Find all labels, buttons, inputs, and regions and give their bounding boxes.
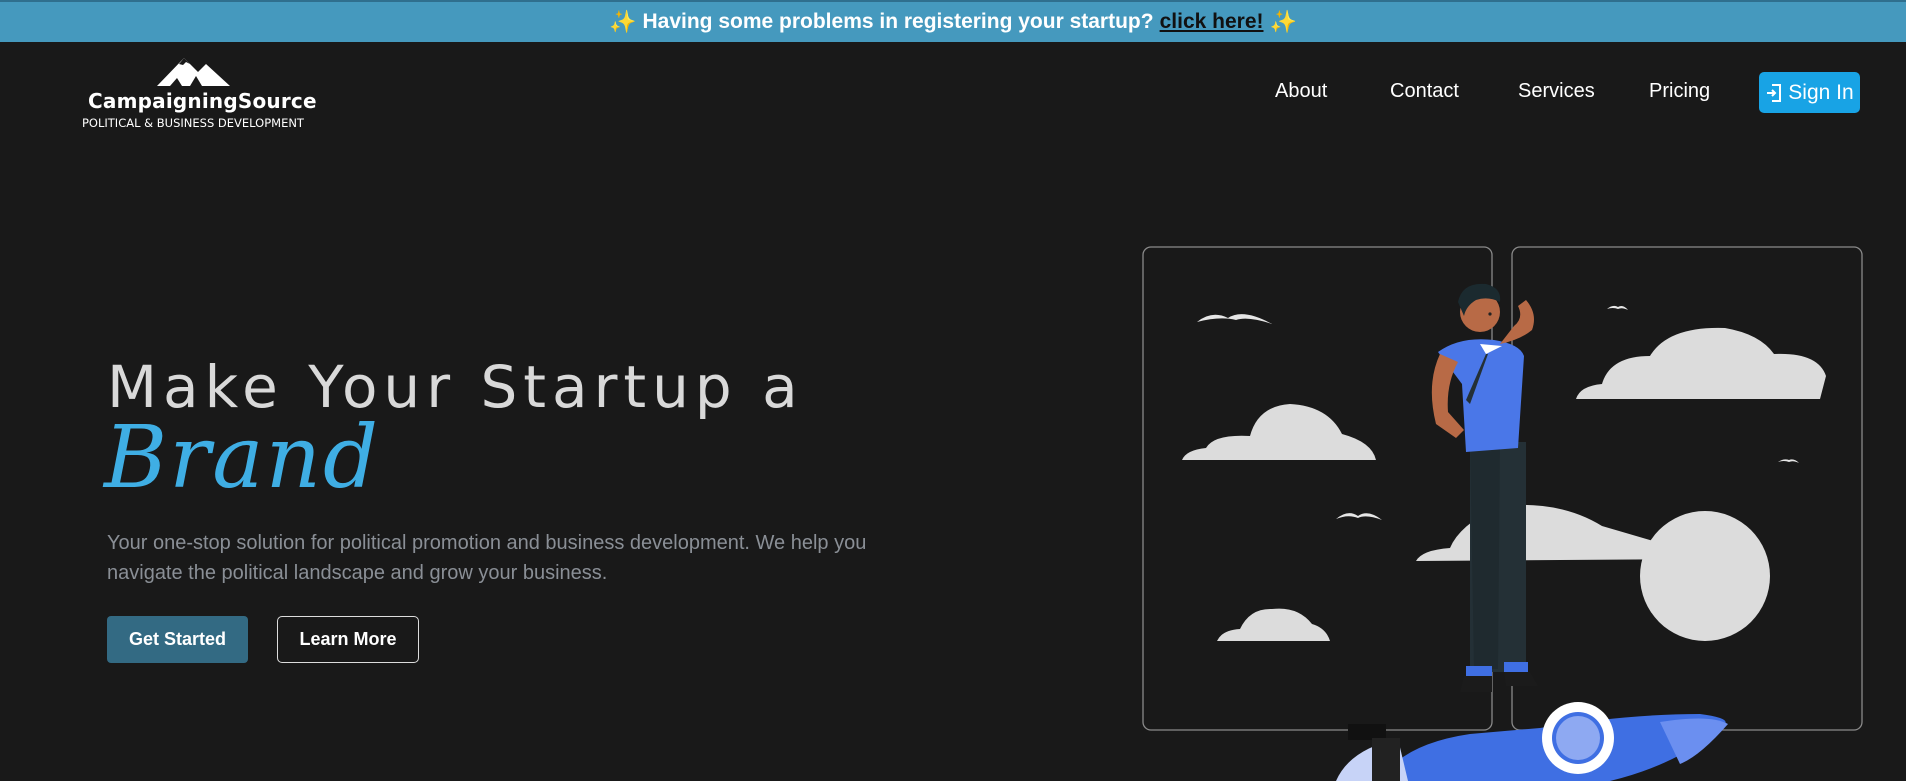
nav-about[interactable]: About <box>1275 80 1327 103</box>
hero-script-word: Brand <box>104 408 381 508</box>
nav-contact[interactable]: Contact <box>1390 80 1459 103</box>
sparkle-icon: ✨ <box>1269 9 1297 34</box>
brand-name: CampaigningSource <box>88 89 317 113</box>
sign-in-label: Sign In <box>1788 80 1854 104</box>
logo[interactable]: CampaigningSource POLITICAL & BUSINESS D… <box>82 56 317 132</box>
sign-in-icon <box>1765 83 1783 103</box>
nav-pricing[interactable]: Pricing <box>1649 80 1710 103</box>
nav-services[interactable]: Services <box>1518 80 1595 103</box>
brand-tagline: POLITICAL & BUSINESS DEVELOPMENT <box>82 116 304 130</box>
get-started-button[interactable]: Get Started <box>107 616 248 663</box>
banner-link[interactable]: click here! <box>1160 10 1264 34</box>
announcement-banner: ✨ Having some problems in registering yo… <box>0 0 1906 42</box>
banner-text: Having some problems in registering your… <box>642 10 1154 33</box>
learn-more-button[interactable]: Learn More <box>277 616 419 663</box>
hero-description: Your one-stop solution for political pro… <box>107 532 867 584</box>
hero-illustration <box>1142 246 1863 781</box>
sparkle-icon: ✨ <box>609 9 637 34</box>
sign-in-button[interactable]: Sign In <box>1759 72 1860 113</box>
